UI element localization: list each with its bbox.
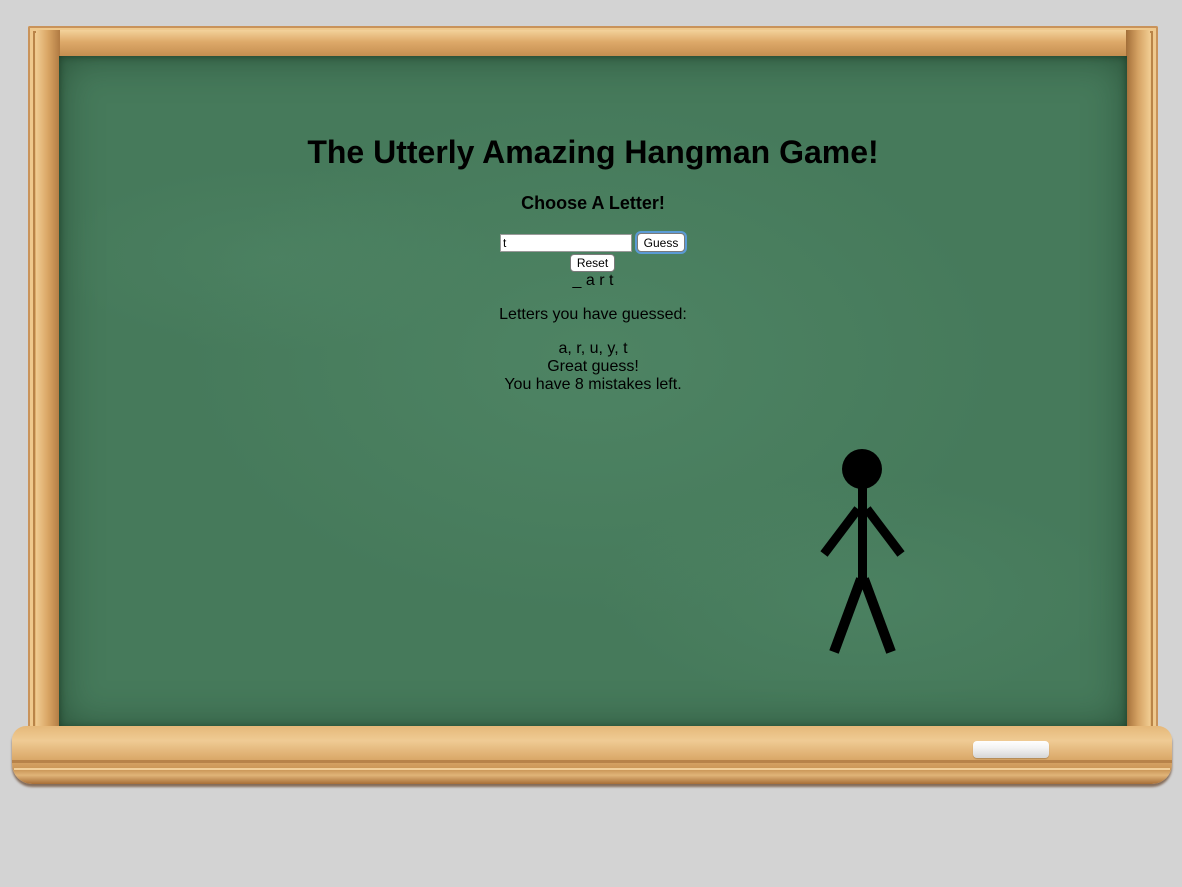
guess-feedback-message: Great guess! [547,358,639,375]
hangman-left-leg [829,577,866,654]
frame-right-bevel [1126,30,1150,734]
mistakes-remaining: You have 8 mistakes left. [504,376,682,393]
chalk-tray-groove [12,760,1172,763]
letter-input[interactable] [500,234,632,252]
guess-button[interactable]: Guess [637,233,685,252]
reset-button[interactable]: Reset [570,254,615,272]
word-display: _ a r t [572,272,614,289]
guess-form: Guess [59,233,1127,255]
hangman-figure [820,449,905,654]
frame-top-bevel [36,30,1150,56]
guessed-letters-label: Letters you have guessed: [499,306,687,323]
chalk-tray-highlight [14,768,1170,770]
chalkboard-scene: The Utterly Amazing Hangman Game! Choose… [0,0,1182,887]
choose-letter-heading: Choose A Letter! [521,193,665,213]
hangman-right-leg [859,577,896,654]
game-content: The Utterly Amazing Hangman Game! Choose… [59,56,1127,728]
hangman-head [842,449,882,489]
game-title: The Utterly Amazing Hangman Game! [307,134,879,170]
chalk-piece [973,741,1049,758]
hangman-body [858,486,867,581]
guessed-letters-list: a, r, u, y, t [558,340,628,357]
hangman-left-arm [820,506,862,557]
hangman-right-arm [863,506,905,557]
frame-left-bevel [36,30,60,734]
